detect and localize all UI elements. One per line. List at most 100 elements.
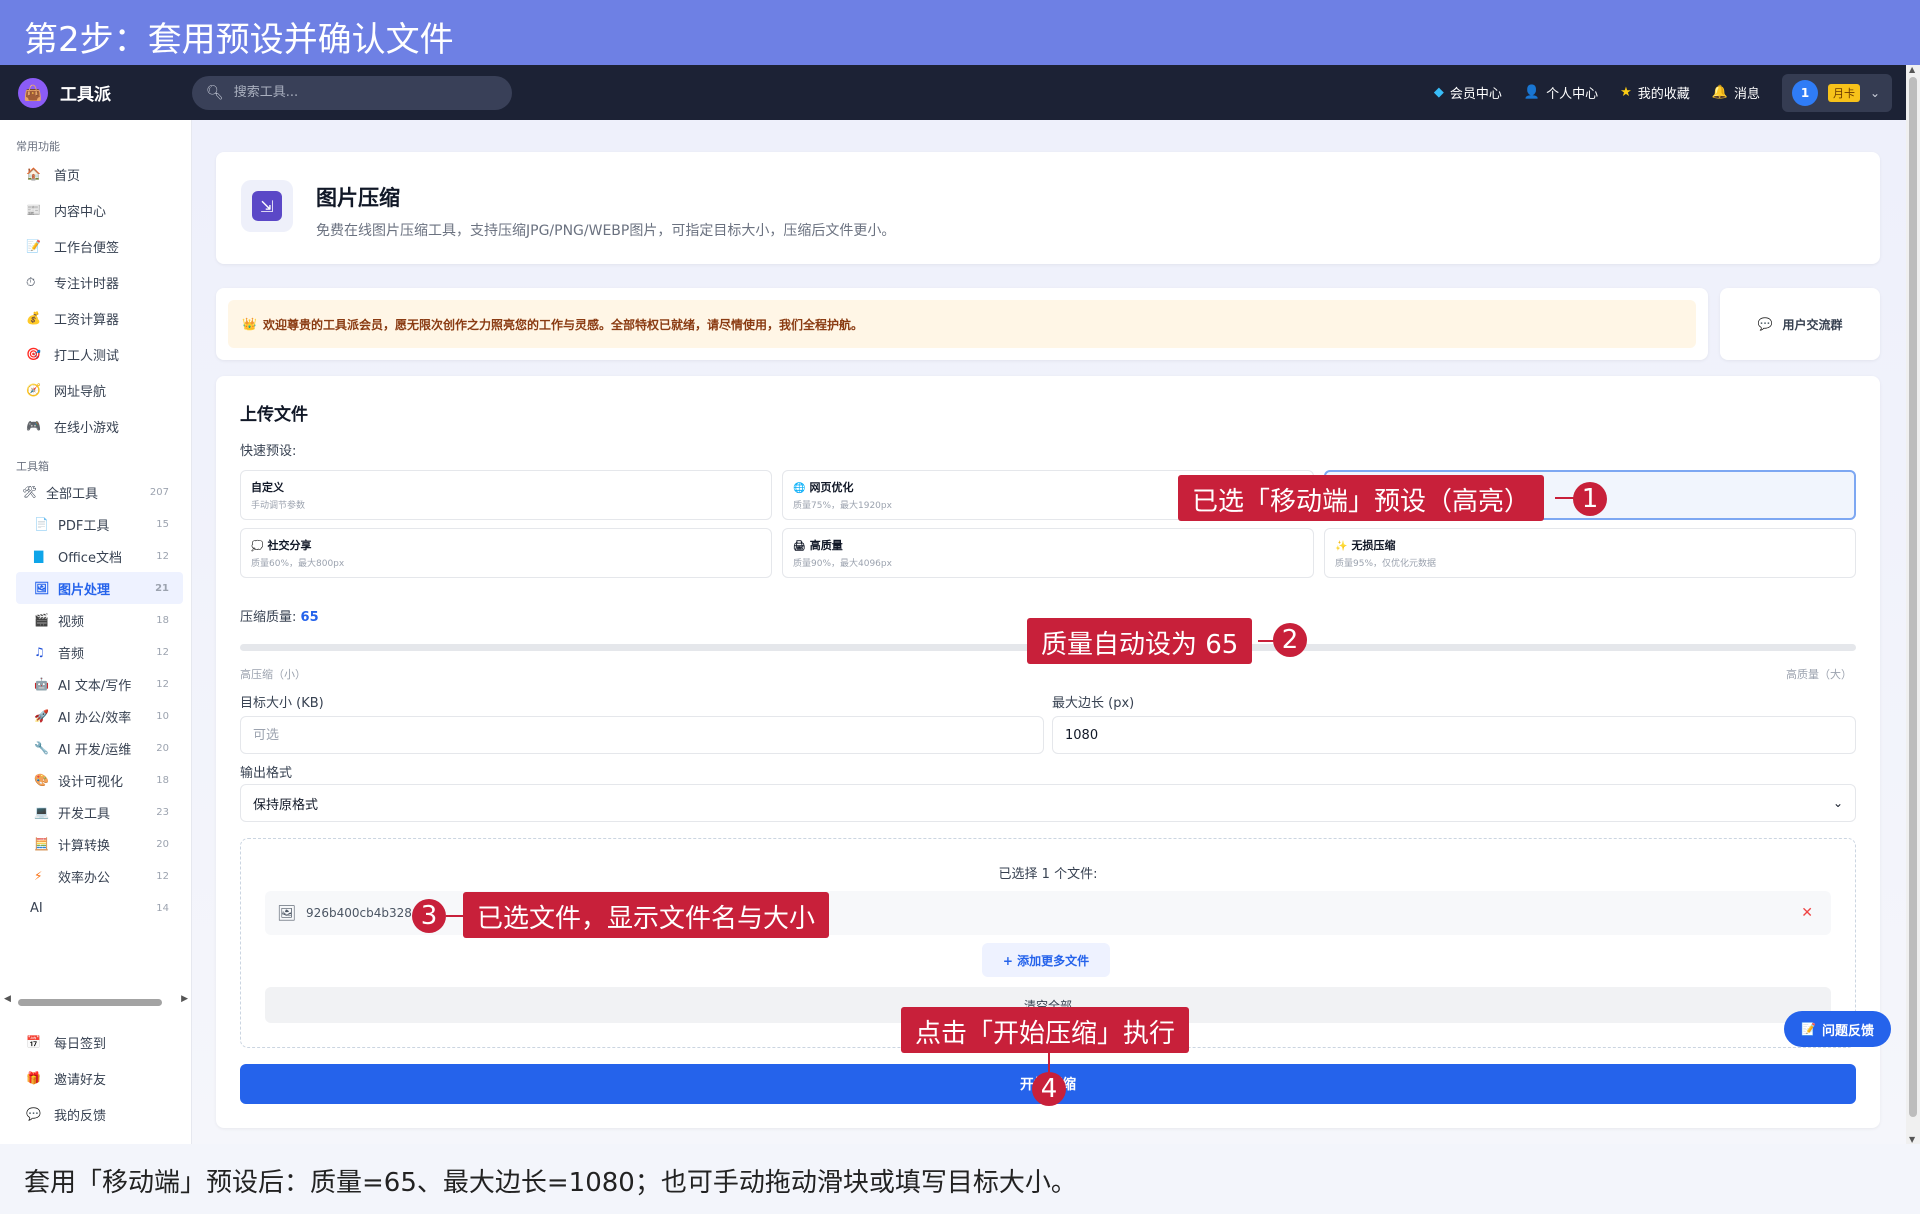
- callout-1-connector: [1555, 497, 1575, 499]
- sidebar-item-label: 内容中心: [54, 204, 107, 220]
- sidebar-item-invite[interactable]: 🎁 邀请好友: [0, 1060, 192, 1096]
- sidebar-item-label: 工资计算器: [54, 312, 120, 328]
- logo-text: 工具派: [60, 85, 111, 105]
- callout-3: 已选文件，显示文件名与大小: [463, 892, 830, 938]
- search-box[interactable]: 🔍︎: [192, 75, 512, 110]
- sidebar-item-home[interactable]: 🏠 首页: [0, 156, 191, 192]
- tool-header-card: ⇲ 图片压缩 免费在线图片压缩工具，支持压缩JPG/PNG/WEBP图片，可指定…: [216, 152, 1880, 264]
- sidebar-item-test[interactable]: 🎯 打工人测试: [0, 336, 191, 372]
- sidebar-item-dev-tools[interactable]: 💻 开发工具 23: [0, 796, 191, 828]
- scroll-up-arrow-icon[interactable]: ▲: [1909, 65, 1915, 74]
- tool-count: 207: [149, 486, 169, 498]
- preset-high-quality[interactable]: 🖨 高质量 质量90%，最大4096px: [782, 528, 1314, 578]
- user-menu[interactable]: 1 月卡 ⌄: [1782, 73, 1892, 112]
- tool-count: 12: [156, 550, 169, 562]
- app-header: 👜 工具派 🔍︎ ◆ 会员中心 👤 个人中心 ★ 我的收藏 🔔 消息 1 月卡 …: [0, 65, 1920, 120]
- sidebar-item-label: 邀请好友: [54, 1072, 107, 1088]
- calculator-icon: 🧮: [34, 837, 49, 851]
- sidebar-item-content[interactable]: 📰 内容中心: [0, 192, 191, 228]
- callout-2-connector: [1258, 640, 1274, 642]
- sidebar-item-pdf[interactable]: 📄 PDF工具 15: [0, 508, 191, 540]
- welcome-message: 欢迎尊贵的工具派会员，愿无限次创作之力照亮您的工作与灵感。全部特权已就绪，请尽情…: [262, 317, 863, 332]
- feedback-float-button[interactable]: 📝 问题反馈: [1784, 1011, 1891, 1047]
- max-edge-input[interactable]: [1052, 716, 1856, 754]
- preset-name: 💭 社交分享: [251, 537, 761, 553]
- remove-file-icon[interactable]: ✕: [1801, 905, 1813, 921]
- scroll-right-arrow-icon[interactable]: ▶: [181, 994, 188, 1004]
- sidebar-item-video[interactable]: 🎬 视频 18: [0, 604, 191, 636]
- sidebar-item-ai-dev[interactable]: 🔧 AI 开发/运维 20: [0, 732, 191, 764]
- profile-link[interactable]: 👤 个人中心: [1524, 83, 1598, 102]
- favorites-link[interactable]: ★ 我的收藏: [1620, 83, 1690, 102]
- preset-lossless[interactable]: ✨ 无损压缩 质量95%，仅优化元数据: [1324, 528, 1856, 578]
- sidebar-item-salary[interactable]: 💰 工资计算器: [0, 300, 191, 336]
- sidebar-item-label: AI 文本/写作: [58, 678, 132, 694]
- sidebar-item-label: PDF工具: [58, 518, 110, 534]
- rocket-icon: 🚀: [34, 709, 49, 723]
- page-vertical-scrollbar[interactable]: ▲ ▼: [1906, 65, 1920, 1144]
- sidebar-item-ai-office[interactable]: 🚀 AI 办公/效率 10: [0, 700, 191, 732]
- format-select[interactable]: 保持原格式 ⌄: [240, 784, 1856, 822]
- sidebar-item-image[interactable]: 🖼 图片处理 21: [16, 572, 183, 604]
- upload-title: 上传文件: [240, 405, 308, 425]
- sidebar-item-office[interactable]: ▇ Office文档 12: [0, 540, 191, 572]
- scrollbar-thumb[interactable]: [18, 999, 162, 1006]
- vip-center-link[interactable]: ◆ 会员中心: [1434, 83, 1502, 102]
- messages-link[interactable]: 🔔 消息: [1712, 83, 1760, 102]
- speech-icon: 💭: [251, 541, 264, 552]
- messages-label: 消息: [1733, 87, 1760, 102]
- sidebar-item-label: 音频: [58, 646, 85, 662]
- format-label: 输出格式: [240, 766, 293, 781]
- user-group-button[interactable]: 💬 用户交流群: [1720, 288, 1880, 360]
- search-input[interactable]: [233, 85, 494, 100]
- sidebar-item-label: 工作台便签: [54, 240, 120, 256]
- tools-icon: 🛠: [22, 485, 38, 499]
- tool-count: 15: [156, 518, 169, 530]
- sidebar-item-nav[interactable]: 🧭 网址导航: [0, 372, 191, 408]
- marker-4: 4: [1032, 1072, 1066, 1106]
- sidebar-item-label: AI 开发/运维: [58, 742, 132, 758]
- sidebar-item-timer[interactable]: ⏱ 专注计时器: [0, 264, 191, 300]
- scrollbar-thumb[interactable]: [1909, 77, 1917, 1117]
- star-icon: ★: [1620, 85, 1632, 100]
- sidebar-item-feedback[interactable]: 💬 我的反馈: [0, 1096, 192, 1132]
- calendar-icon: 📅: [26, 1035, 41, 1049]
- tool-icon: ⇲: [241, 180, 293, 232]
- sidebar-item-convert[interactable]: 🧮 计算转换 20: [0, 828, 191, 860]
- preset-social[interactable]: 💭 社交分享 质量60%，最大800px: [240, 528, 772, 578]
- sidebar-horizontal-scrollbar[interactable]: ◀ ▶: [0, 994, 192, 1008]
- scroll-down-arrow-icon[interactable]: ▼: [1909, 1135, 1915, 1144]
- profile-label: 个人中心: [1546, 87, 1599, 102]
- sidebar-item-all-tools[interactable]: 🛠 全部工具 207: [0, 476, 191, 508]
- sidebar-item-audio[interactable]: ♫ 音频 12: [0, 636, 191, 668]
- preset-name-text: 社交分享: [267, 539, 312, 552]
- tool-count: 10: [156, 710, 169, 722]
- music-icon: ♫: [34, 645, 45, 659]
- sidebar-item-notes[interactable]: 📝 工作台便签: [0, 228, 191, 264]
- sidebar-item-efficiency[interactable]: ⚡ 效率办公 12: [0, 860, 191, 892]
- sidebar-item-label: 计算转换: [58, 838, 111, 854]
- tool-count: 20: [156, 838, 169, 850]
- sidebar-item-ai[interactable]: AI 14: [0, 892, 191, 924]
- sparkle-icon: ✨: [1335, 541, 1348, 552]
- sidebar-item-ai-writing[interactable]: 🤖 AI 文本/写作 12: [0, 668, 191, 700]
- sidebar-item-checkin[interactable]: 📅 每日签到: [0, 1024, 192, 1060]
- tool-count: 12: [156, 678, 169, 690]
- tool-count: 12: [156, 870, 169, 882]
- sidebar-item-label: Office文档: [58, 550, 122, 566]
- logo-bag-icon: 👜: [18, 77, 48, 108]
- sidebar-item-games[interactable]: 🎮 在线小游戏: [0, 408, 191, 444]
- sidebar: 常用功能 🏠 首页 📰 内容中心 📝 工作台便签 ⏱ 专注计时器 💰 工资计算器 🎯 打工人…: [0, 120, 192, 1144]
- preset-name: 自定义: [251, 479, 761, 495]
- logo[interactable]: 👜 工具派: [18, 77, 192, 108]
- slider-left-hint: 高压缩（小）: [240, 668, 306, 681]
- add-more-files-button[interactable]: + 添加更多文件: [982, 943, 1110, 977]
- target-size-input[interactable]: [240, 716, 1044, 754]
- scroll-left-arrow-icon[interactable]: ◀: [4, 994, 11, 1004]
- welcome-card: 👑 欢迎尊贵的工具派会员，愿无限次创作之力照亮您的工作与灵感。全部特权已就绪，请…: [216, 288, 1708, 360]
- preset-custom[interactable]: 自定义 手动调节参数: [240, 470, 772, 520]
- wrench-icon: 🔧: [34, 741, 49, 755]
- sidebar-item-design[interactable]: 🎨 设计可视化 18: [0, 764, 191, 796]
- pdf-icon: 📄: [34, 517, 49, 531]
- toolbox-section-title: 工具箱: [16, 460, 49, 473]
